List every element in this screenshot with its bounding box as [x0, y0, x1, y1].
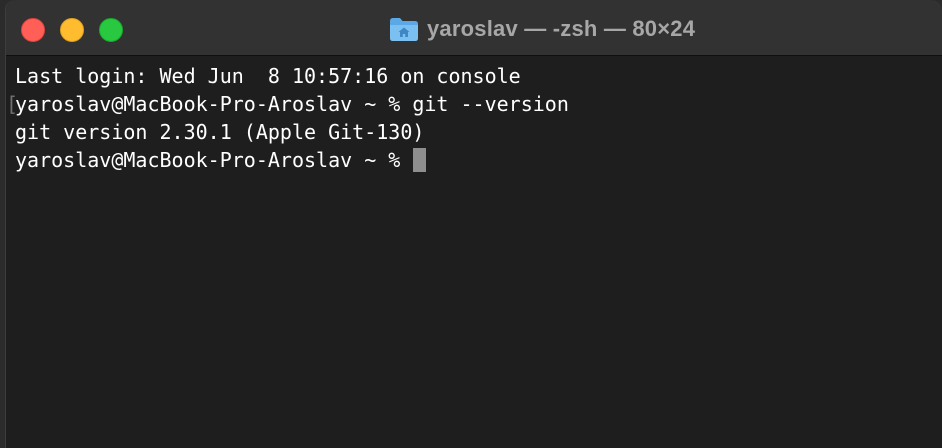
- close-button[interactable]: [21, 18, 45, 42]
- terminal-window: yaroslav — -zsh — 80×24 Last login: Wed …: [6, 0, 942, 448]
- text-cursor: [413, 148, 427, 172]
- home-folder-icon: [390, 18, 418, 41]
- line-mark-bracket: [: [6, 92, 19, 116]
- terminal-prompt-line[interactable]: yaroslav@MacBook-Pro-Aroslav ~ %: [15, 146, 942, 174]
- terminal-line: Last login: Wed Jun 8 10:57:16 on consol…: [15, 64, 521, 88]
- minimize-button[interactable]: [60, 18, 84, 42]
- terminal-line: git version 2.30.1 (Apple Git-130): [15, 120, 425, 144]
- maximize-button[interactable]: [99, 18, 123, 42]
- window-title: yaroslav — -zsh — 80×24: [427, 16, 696, 41]
- terminal-line-with-mark: [yaroslav@MacBook-Pro-Aroslav ~ % git --…: [6, 90, 942, 118]
- title-bar[interactable]: yaroslav — -zsh — 80×24: [6, 0, 942, 56]
- terminal-line-text: yaroslav@MacBook-Pro-Aroslav ~ % git --v…: [15, 92, 569, 116]
- terminal-output[interactable]: Last login: Wed Jun 8 10:57:16 on consol…: [6, 57, 942, 448]
- window-title-group: yaroslav — -zsh — 80×24: [389, 14, 695, 44]
- terminal-prompt: yaroslav@MacBook-Pro-Aroslav ~ %: [15, 148, 413, 172]
